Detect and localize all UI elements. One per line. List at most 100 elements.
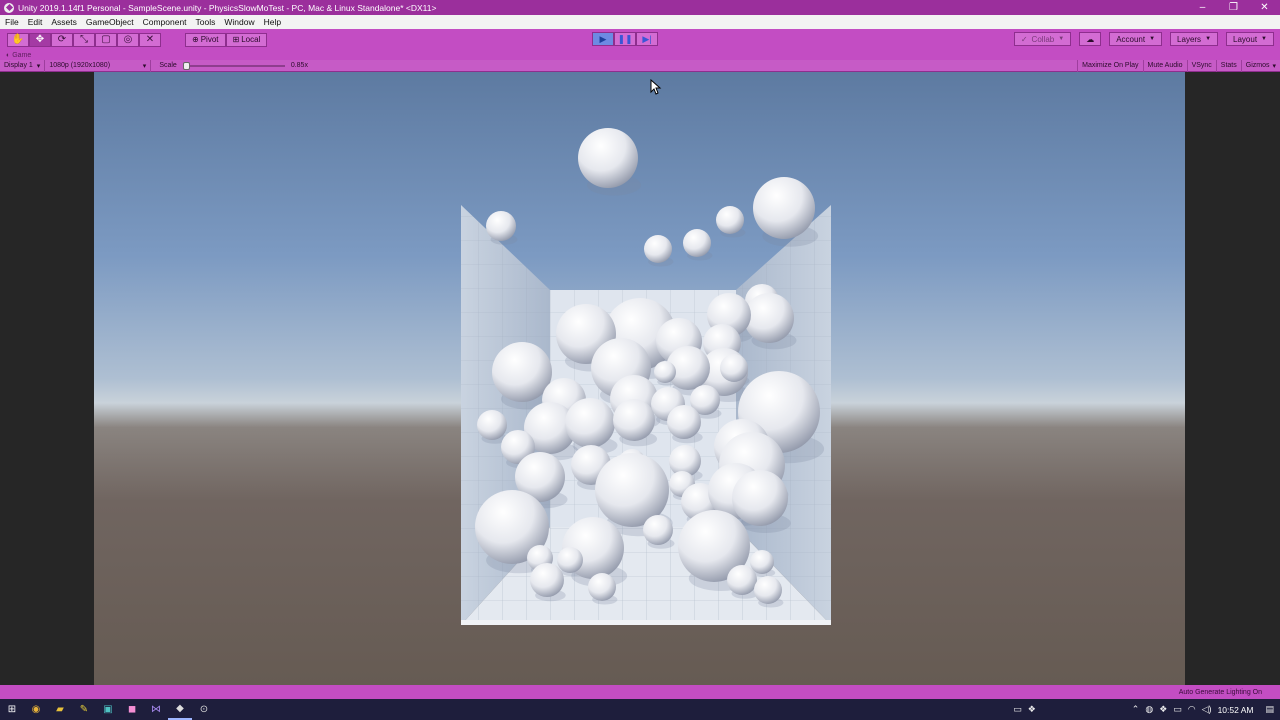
maximize-on-play-toggle[interactable]: Maximize On Play	[1077, 59, 1142, 72]
physics-sphere	[578, 128, 638, 188]
tab-game[interactable]: ◐ Game	[6, 52, 31, 59]
status-message: Auto Generate Lighting On	[1178, 688, 1262, 696]
resolution-label: 1080p (1920x1080)	[49, 62, 111, 69]
visual-studio-icon[interactable]: ⋈	[144, 699, 168, 720]
pause-button[interactable]: ❚❚	[614, 32, 636, 46]
volume-icon[interactable]: ◁)	[1202, 704, 1212, 715]
recorder-icon[interactable]: ◼	[120, 699, 144, 720]
menu-gameobject[interactable]: GameObject	[81, 17, 138, 27]
menu-window[interactable]: Window	[219, 17, 258, 27]
transform-tool-button[interactable]: ◎	[117, 32, 139, 47]
physics-sphere	[744, 293, 794, 343]
wifi-icon[interactable]: ◠	[1188, 704, 1196, 715]
scale-slider-handle[interactable]	[182, 61, 190, 70]
chevron-down-icon: ▼	[1261, 36, 1267, 42]
physics-sphere	[588, 573, 616, 601]
play-icon: ▶	[599, 33, 607, 44]
gizmos-dropdown[interactable]: Gizmos ▾	[1240, 59, 1280, 72]
dropbox-icon[interactable]: ❖	[1159, 704, 1167, 715]
tray-icon[interactable]: ◍	[1145, 704, 1153, 715]
unity-logo-icon	[4, 2, 14, 13]
scale-slider[interactable]	[182, 61, 285, 70]
minimize-button[interactable]: –	[1187, 0, 1218, 15]
pivot-label: Pivot	[200, 35, 219, 44]
scale-value: 0.85x	[290, 62, 308, 69]
pivot-icon: ⊕	[192, 35, 199, 44]
main-toolbar: ✋ ✥ ⟳ ⤡ ▢ ◎ ✕ ⊕ Pivot ⊞ Local ▶ ❚❚ ▶| ✓ …	[0, 29, 1280, 50]
physics-sphere	[727, 565, 757, 595]
account-label: Account	[1116, 34, 1146, 44]
physics-sphere	[530, 563, 564, 597]
physics-sphere	[492, 342, 552, 402]
system-tray: ▭ ❖ ⌃ ◍ ❖ ▭ ◠ ◁) 10:52 AM ▤	[1013, 704, 1280, 715]
windows-start-icon[interactable]: ⊞	[0, 699, 24, 720]
layers-dropdown[interactable]: Layers ▼	[1170, 32, 1219, 46]
tray-icon[interactable]: ▭	[1013, 704, 1022, 715]
play-button[interactable]: ▶	[592, 32, 614, 46]
step-button[interactable]: ▶|	[636, 32, 658, 46]
file-explorer-icon[interactable]: ▰	[48, 699, 72, 720]
battery-icon[interactable]: ▭	[1173, 704, 1182, 715]
chevron-up-icon[interactable]: ⌃	[1132, 704, 1140, 715]
move-tool-button[interactable]: ✥	[29, 32, 51, 47]
vsync-toggle[interactable]: VSync	[1186, 59, 1216, 72]
hand-tool-button[interactable]: ✋	[7, 32, 29, 47]
physics-sphere	[644, 235, 672, 263]
physics-sphere	[683, 229, 711, 257]
menu-edit[interactable]: Edit	[23, 17, 47, 27]
display-label: Display 1	[4, 62, 33, 69]
scene-render	[461, 128, 831, 625]
playmode-controls: ▶ ❚❚ ▶|	[592, 32, 658, 46]
mute-audio-toggle[interactable]: Mute Audio	[1142, 59, 1187, 72]
tab-game-label: Game	[12, 51, 32, 59]
menu-help[interactable]: Help	[259, 17, 285, 27]
terminal-icon[interactable]: ▣	[96, 699, 120, 720]
account-dropdown[interactable]: Account ▼	[1109, 32, 1163, 46]
display-dropdown[interactable]: Display 1 ▾	[0, 59, 46, 72]
tray-icon[interactable]: ❖	[1028, 704, 1036, 715]
chevron-down-icon: ▾	[36, 62, 41, 70]
rect-tool-button[interactable]: ▢	[95, 32, 117, 47]
pencil-icon[interactable]: ✎	[72, 699, 96, 720]
collab-dropdown[interactable]: ✓ Collab ▼	[1013, 32, 1072, 46]
unity-hub-icon[interactable]: ⊙	[192, 699, 216, 720]
game-tab-icon: ◐	[6, 51, 11, 59]
game-view-controls: Display 1 ▾ 1080p (1920x1080) ▾ Scale 0.…	[0, 59, 1280, 72]
layout-dropdown[interactable]: Layout ▼	[1226, 32, 1274, 46]
hand-icon: ✋	[11, 34, 25, 45]
menu-tools[interactable]: Tools	[191, 17, 220, 27]
physics-sphere	[613, 399, 655, 441]
physics-sphere	[643, 515, 673, 545]
menu-file[interactable]: File	[0, 17, 23, 27]
scale-label: Scale	[159, 62, 177, 69]
physics-sphere	[753, 177, 815, 239]
gizmos-label: Gizmos	[1245, 62, 1270, 69]
cloud-button[interactable]: ☁	[1079, 32, 1102, 46]
menu-component[interactable]: Component	[138, 17, 191, 27]
notifications-icon[interactable]: ▤	[1265, 704, 1274, 715]
local-toggle[interactable]: ⊞ Local	[225, 32, 268, 47]
title-bar: Unity 2019.1.14f1 Personal - SampleScene…	[0, 0, 1280, 15]
scale-tool-button[interactable]: ⤡	[73, 32, 95, 47]
physics-sphere	[732, 470, 788, 526]
maximize-button[interactable]: ❐	[1218, 0, 1249, 15]
physics-sphere	[720, 354, 748, 382]
custom-tool-button[interactable]: ✕	[139, 32, 161, 47]
game-render-viewport[interactable]	[94, 72, 1185, 685]
menu-assets[interactable]: Assets	[46, 17, 81, 27]
chevron-down-icon: ▼	[1205, 36, 1212, 42]
clock-time[interactable]: 10:52 AM	[1218, 705, 1254, 715]
collab-label: Collab	[1031, 34, 1055, 44]
rotate-tool-button[interactable]: ⟳	[51, 32, 73, 47]
transform-tools: ✋ ✥ ⟳ ⤡ ▢ ◎ ✕	[7, 32, 161, 47]
pivot-toggle[interactable]: ⊕ Pivot	[185, 32, 226, 47]
close-button[interactable]: ✕	[1249, 0, 1280, 15]
game-view	[0, 72, 1280, 685]
cloud-icon: ☁	[1086, 34, 1095, 44]
game-tab-row: ◐ Game	[0, 50, 1280, 60]
resolution-dropdown[interactable]: 1080p (1920x1080) ▾	[45, 59, 152, 72]
stats-toggle[interactable]: Stats	[1215, 59, 1241, 72]
unity-icon[interactable]: ◆	[168, 699, 192, 720]
rect-icon: ▢	[101, 34, 111, 45]
chrome-icon[interactable]: ◉	[24, 699, 48, 720]
